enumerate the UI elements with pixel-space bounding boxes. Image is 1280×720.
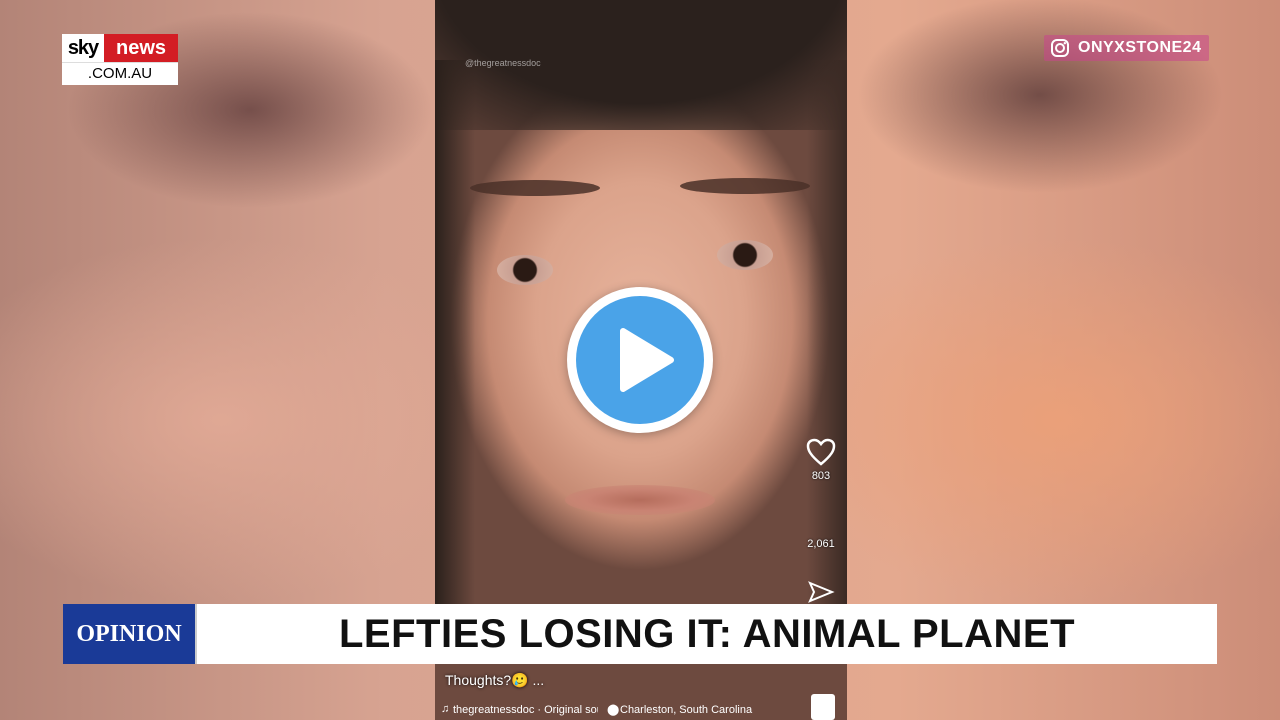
logo-sky-text: sky: [62, 34, 104, 62]
location-pin-icon: ⬤: [607, 704, 620, 716]
play-button[interactable]: [567, 287, 713, 433]
instagram-credit: ONYXSTONE24: [1044, 35, 1210, 61]
mouth: [565, 485, 715, 515]
like-count: 803: [811, 470, 831, 482]
sound-disc-icon[interactable]: [811, 694, 835, 720]
sky-news-logo: sky news .COM.AU: [62, 34, 178, 85]
instagram-handle: ONYXSTONE24: [1078, 39, 1202, 56]
video-frame[interactable]: @thegreatnessdoc 803 2,061 Thoughts?🥲 ..…: [0, 0, 1280, 720]
comment-button[interactable]: 2,061: [801, 510, 841, 550]
lower-third-banner: OPINION LEFTIES LOSING IT: ANIMAL PLANET: [63, 604, 1217, 664]
instagram-icon: [1051, 39, 1069, 57]
like-button[interactable]: 803: [801, 438, 841, 482]
tiktok-watermark: @thegreatnessdoc: [465, 58, 541, 68]
opinion-tag: OPINION: [63, 604, 195, 664]
left-eye: [497, 255, 553, 285]
headline-bar: LEFTIES LOSING IT: ANIMAL PLANET: [195, 604, 1217, 664]
right-brow: [680, 178, 810, 194]
headline-text: LEFTIES LOSING IT: ANIMAL PLANET: [339, 611, 1075, 656]
logo-domain-text: .COM.AU: [62, 62, 178, 85]
tiktok-location[interactable]: Charleston, South Carolina: [620, 704, 790, 716]
heart-icon: [806, 438, 836, 466]
opinion-tag-text: OPINION: [76, 620, 182, 647]
left-brow: [470, 180, 600, 196]
tiktok-bottom-bar: ♫ thegreatnessdoc · Original sound ⬤ Cha…: [435, 700, 847, 720]
music-note-icon: ♫: [441, 703, 450, 715]
right-eye: [717, 240, 773, 270]
tiktok-caption: Thoughts?🥲 ...: [445, 672, 545, 688]
comment-count: 2,061: [807, 538, 835, 550]
logo-news-text: news: [104, 34, 178, 62]
tiktok-sound[interactable]: thegreatnessdoc · Original sound: [453, 704, 598, 716]
send-icon: [808, 581, 835, 603]
share-button[interactable]: [801, 580, 841, 604]
play-icon: [620, 328, 674, 392]
